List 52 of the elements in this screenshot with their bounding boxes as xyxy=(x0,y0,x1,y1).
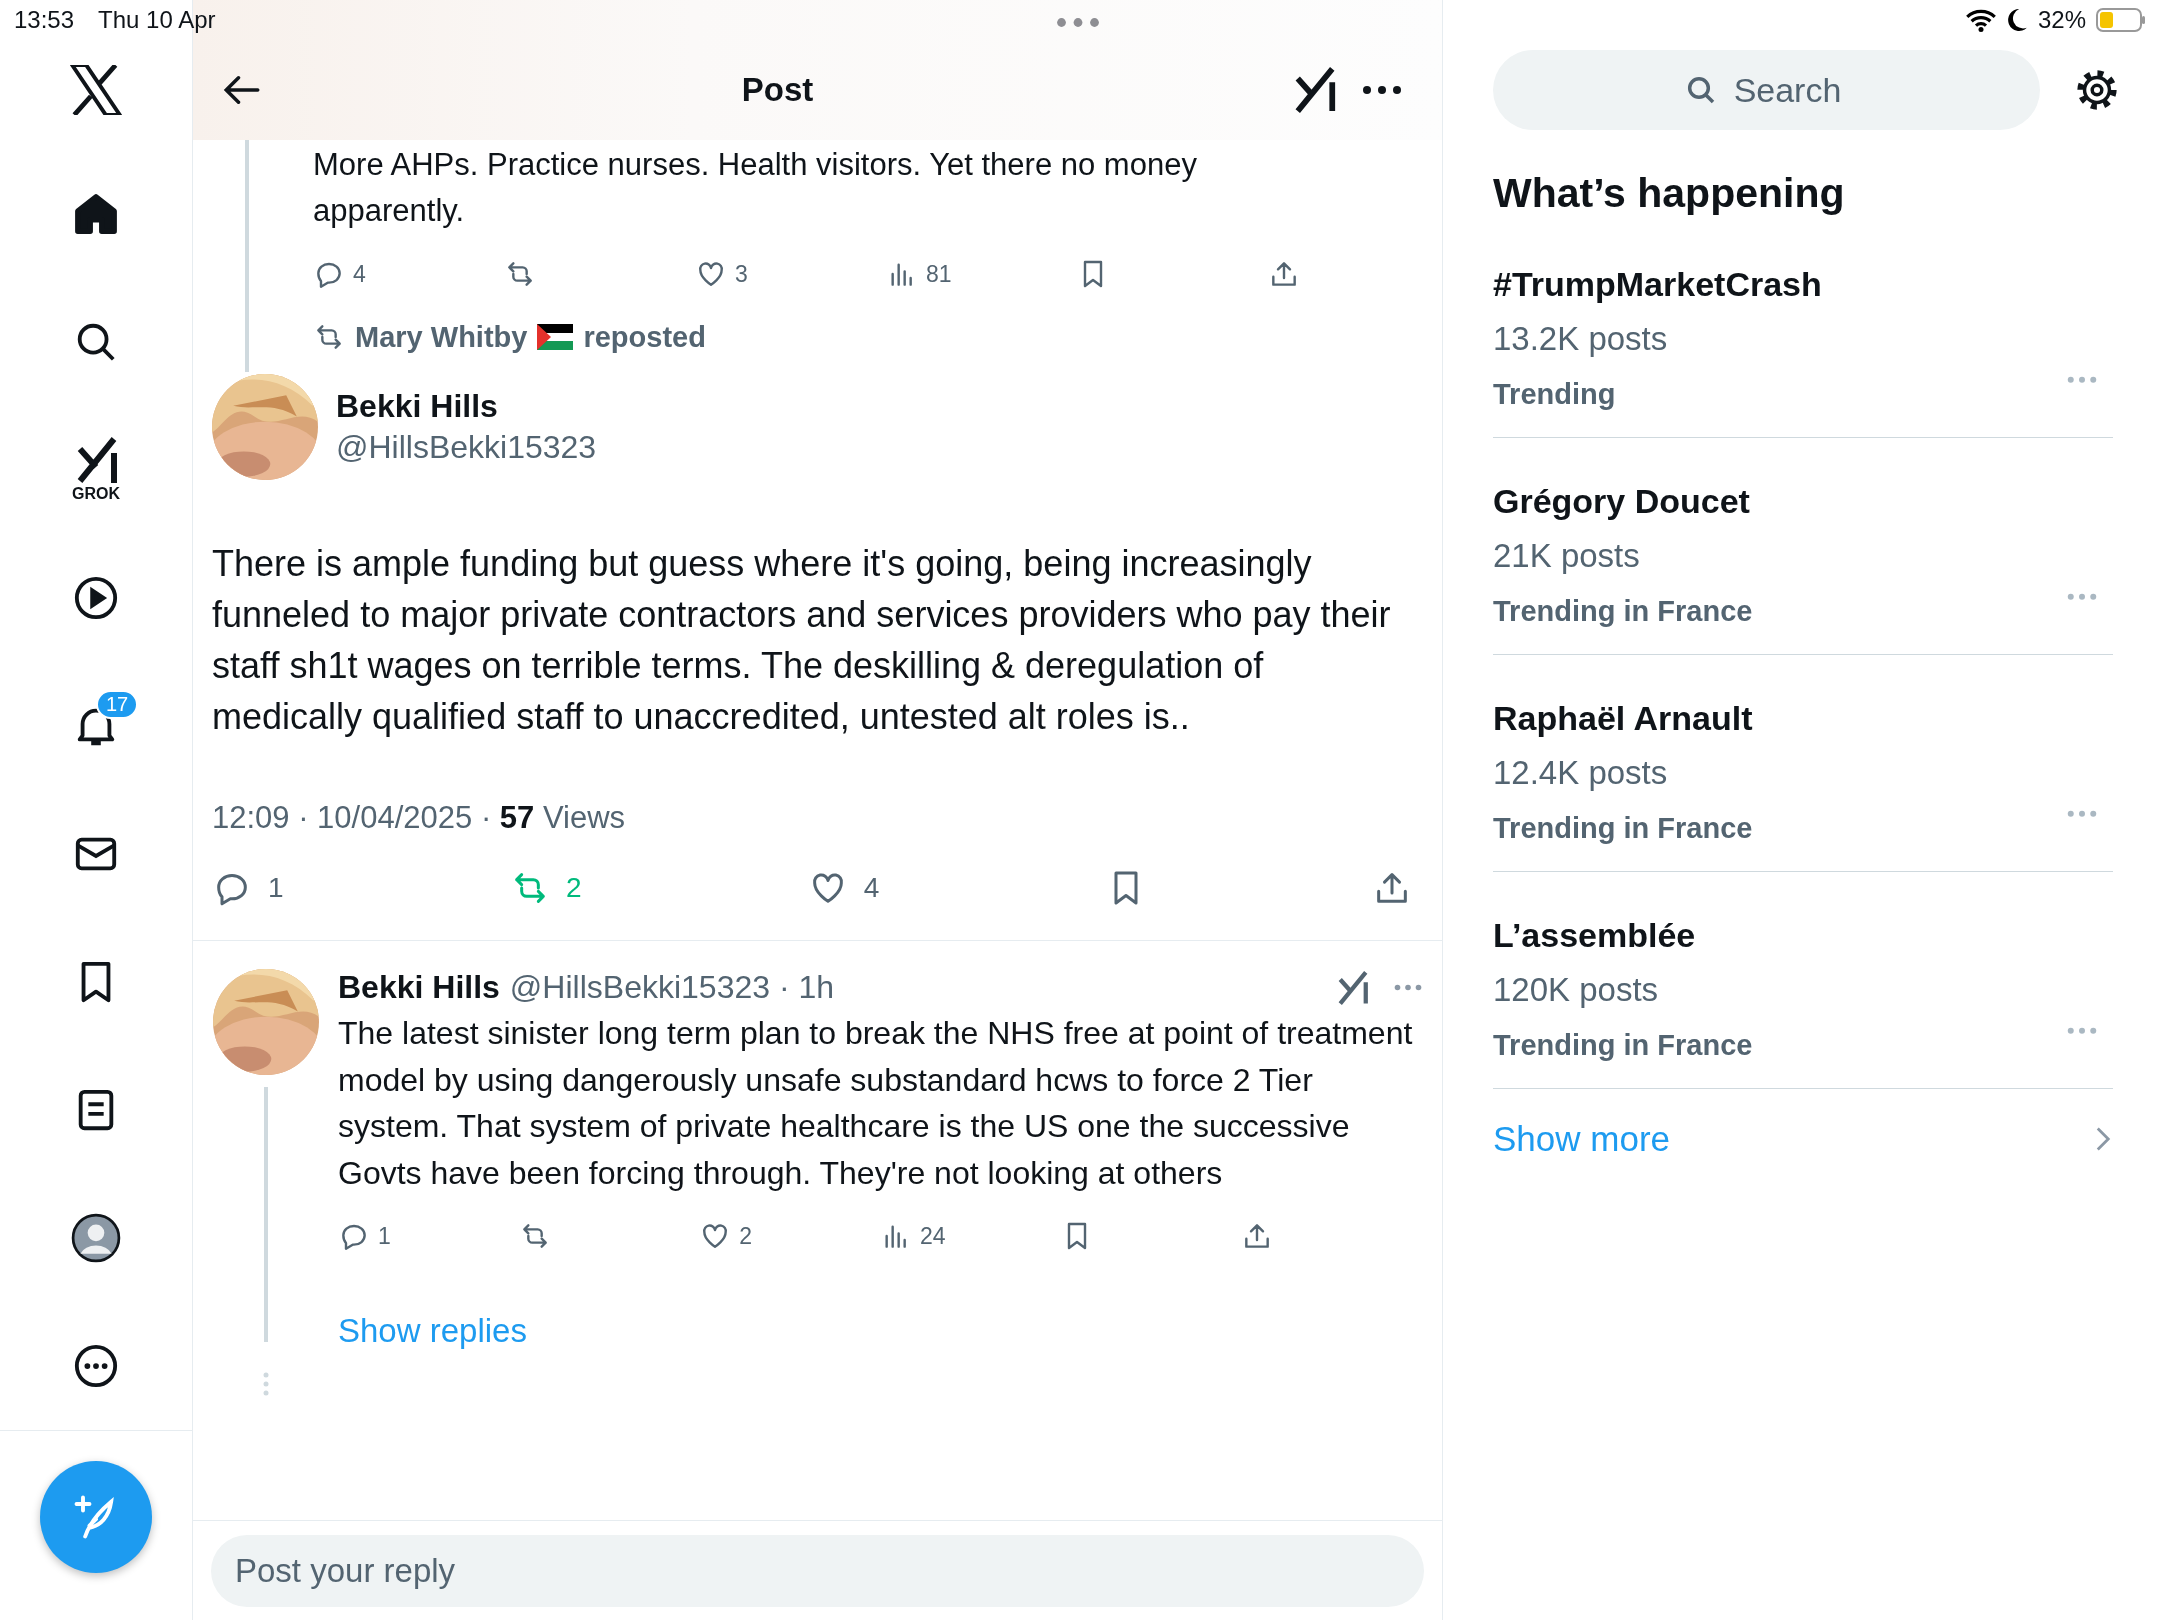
trend-post-count: 21K posts xyxy=(1493,537,1641,575)
like-button[interactable]: 3 xyxy=(695,258,886,290)
wifi-icon xyxy=(1965,8,1996,32)
trend-context: Trending in France xyxy=(1493,595,1753,628)
author-handle[interactable]: @HillsBekki15323 xyxy=(336,429,597,466)
reposter-name[interactable]: Mary Whitby xyxy=(355,320,528,354)
more-button[interactable] xyxy=(1362,85,1402,95)
trend-post-count: 120K posts xyxy=(1493,971,1660,1009)
moon-icon xyxy=(2005,8,2028,32)
settings-button[interactable] xyxy=(2074,67,2120,113)
trend-title[interactable]: #TrumpMarketCrash xyxy=(1493,265,2113,304)
post-text-line: More AHPs. Practice nurses. Health visitors. Yet there no money xyxy=(313,146,1198,184)
grok-nav-button[interactable]: GROK xyxy=(46,406,146,534)
reply-input[interactable]: Post your reply xyxy=(211,1535,1424,1607)
reposted-label: reposted xyxy=(583,320,706,354)
author-name[interactable]: Bekki Hills xyxy=(336,388,597,425)
trend-context: Trending in France xyxy=(1493,812,1753,845)
multitasking-dots-icon[interactable] xyxy=(1056,17,1100,28)
reply-text: The latest sinister long term plan to break the NHS free at point of treatment model by using dangerously unsafe substandard hcws to force 2 Tier system. That system of private healthcare is the US one the successive Govts have been forcing through. They're not looking at others xyxy=(338,1014,1414,1193)
trend-title[interactable]: Raphaël Arnault xyxy=(1493,699,2113,738)
trend-post-count: 13.2K posts xyxy=(1493,320,1669,358)
status-date: Thu 10 Apr xyxy=(98,6,216,34)
section-heading: What’s happening xyxy=(1493,170,1846,217)
thread-dots-icon xyxy=(263,1372,269,1396)
trend-context: Trending xyxy=(1493,378,1616,411)
grok-button[interactable] xyxy=(1336,970,1370,1005)
flag-icon xyxy=(537,324,574,350)
post-meta: 12:09 · 10/04/2025 · 57 Views xyxy=(212,800,627,836)
views-button[interactable]: 24 xyxy=(880,1220,1061,1252)
battery-icon xyxy=(2096,7,2146,33)
reply-button[interactable]: 1 xyxy=(212,868,284,908)
trend-title[interactable]: Grégory Doucet xyxy=(1493,482,2113,521)
status-time: 13:53 xyxy=(14,6,75,34)
trend-title[interactable]: L’assemblée xyxy=(1493,916,2113,955)
post-text: There is ample funding but guess where it's going, being increasingly funneled to major private contractors and services providers who pay their staff sh1t wages on terrible terms. The deskilling & deregulation of medically qualified staff to unaccredited, untested alt roles is.. xyxy=(212,542,1392,739)
compose-button[interactable] xyxy=(40,1461,152,1573)
author-name[interactable]: Bekki Hills xyxy=(338,969,500,1006)
settings-icon xyxy=(2074,67,2120,113)
page-title: Post xyxy=(740,71,815,109)
notification-badge: 17 xyxy=(96,690,139,719)
like-button[interactable]: 4 xyxy=(807,868,880,908)
reply-button[interactable]: 1 xyxy=(338,1220,519,1252)
grok-icon xyxy=(1336,970,1370,1005)
trend-post-count: 12.4K posts xyxy=(1493,754,1669,792)
trend-context: Trending in France xyxy=(1493,1029,1753,1062)
views-button[interactable]: 81 xyxy=(886,258,1077,290)
battery-percent: 32% xyxy=(2037,6,2086,34)
like-button[interactable]: 2 xyxy=(699,1220,880,1252)
post-meta: @HillsBekki15323 · 1h xyxy=(509,969,836,1006)
reply-button[interactable]: 4 xyxy=(313,258,504,290)
post-text-line: apparently. xyxy=(313,192,466,230)
search-field[interactable]: Search xyxy=(1493,50,2040,130)
